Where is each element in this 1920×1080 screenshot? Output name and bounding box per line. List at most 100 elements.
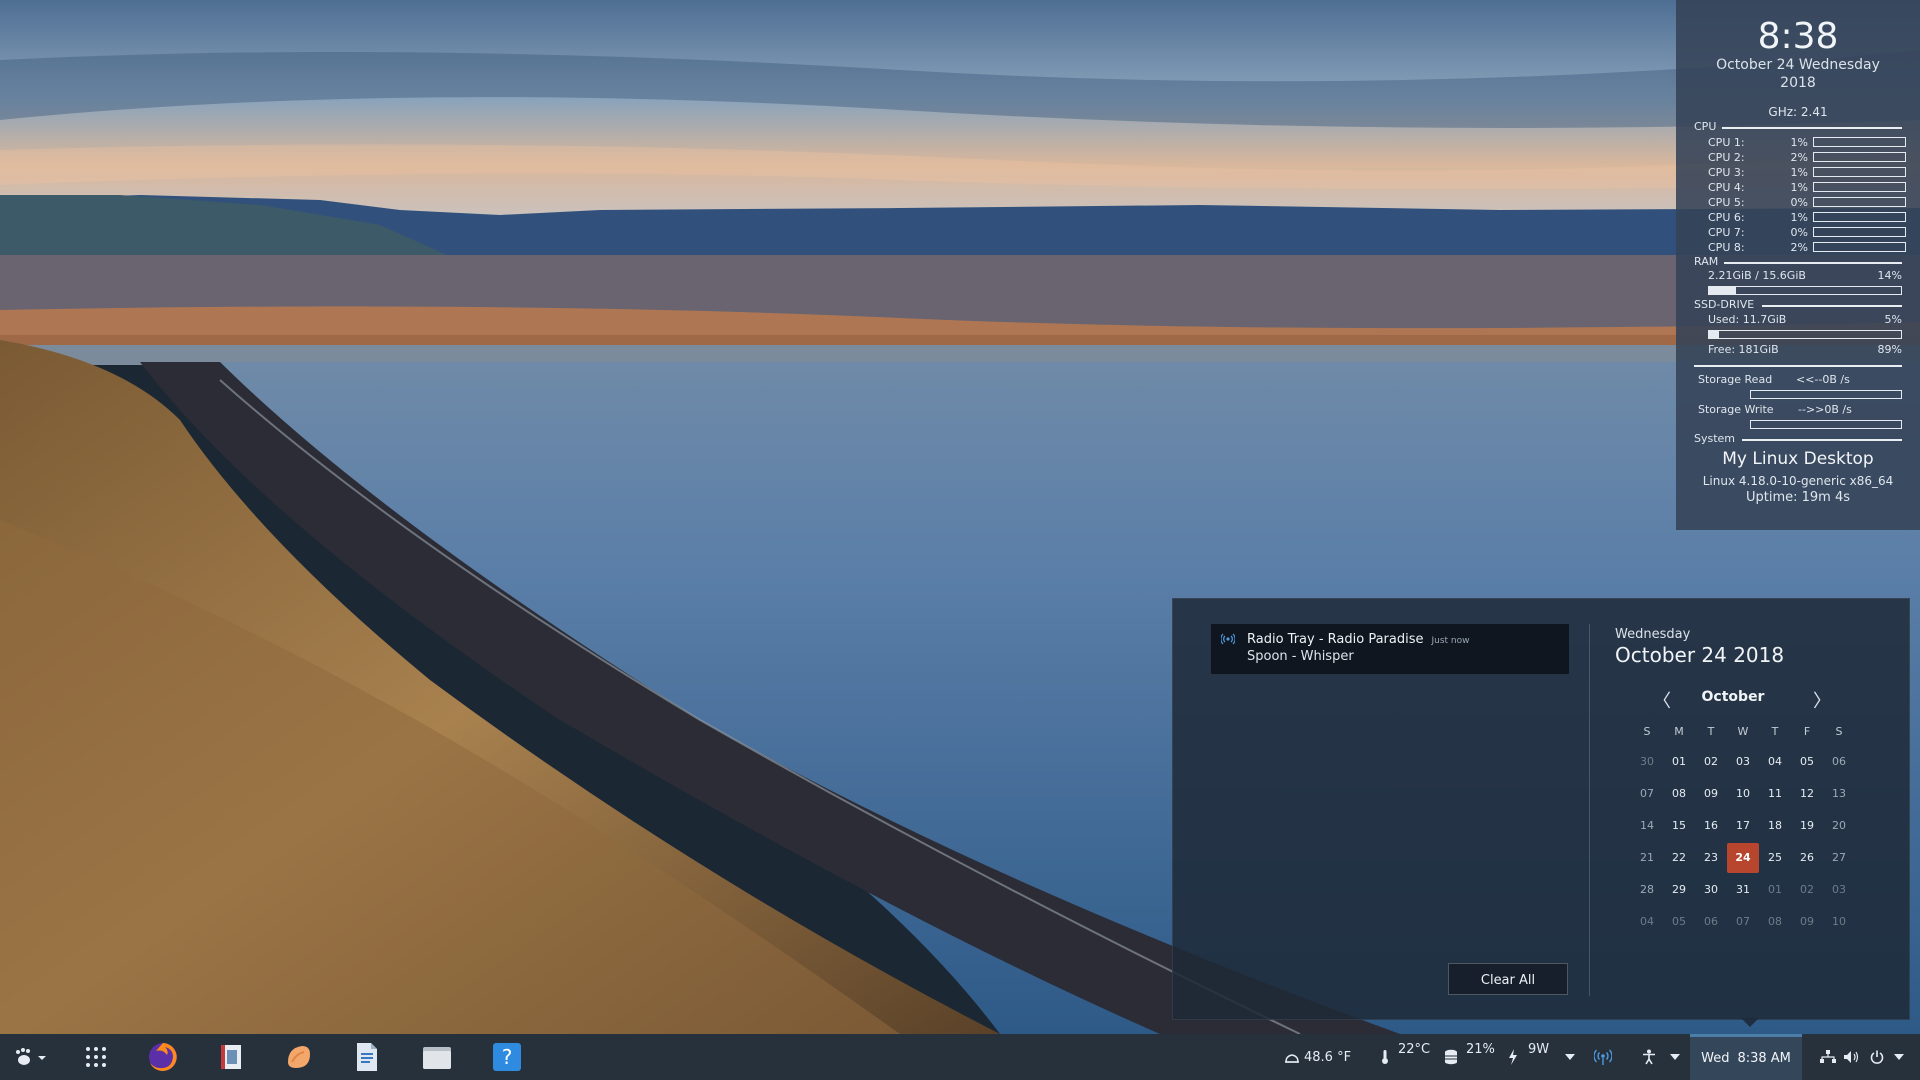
calendar-day-cell[interactable]: 05 bbox=[1791, 747, 1823, 777]
conky-cpu-graph bbox=[1813, 227, 1906, 237]
calendar-day-cell[interactable]: 10 bbox=[1823, 907, 1855, 937]
conky-cpu-pct: 0% bbox=[1790, 226, 1808, 239]
grid-dots-icon bbox=[86, 1047, 106, 1067]
calendar-day-cell[interactable]: 03 bbox=[1727, 747, 1759, 777]
weather-text: 48.6 °F bbox=[1304, 1049, 1352, 1065]
calendar-day-cell[interactable]: 16 bbox=[1695, 811, 1727, 841]
calendar-day-cell[interactable]: 02 bbox=[1791, 875, 1823, 905]
calendar-day-cell[interactable]: 09 bbox=[1791, 907, 1823, 937]
calendar-day-cell[interactable]: 19 bbox=[1791, 811, 1823, 841]
calendar-day-cell[interactable]: 03 bbox=[1823, 875, 1855, 905]
calendar-next-month-button[interactable]: 〉 bbox=[1813, 687, 1831, 713]
calendar-day-cell[interactable]: 17 bbox=[1727, 811, 1759, 841]
chevron-down-icon[interactable] bbox=[1670, 1054, 1680, 1060]
calendar-day-cell[interactable]: 10 bbox=[1727, 779, 1759, 809]
calendar-today-cell[interactable]: 24 bbox=[1727, 843, 1759, 873]
app-grid-icon[interactable] bbox=[76, 1034, 116, 1080]
conky-storage-write-value: -->>0B /s bbox=[1798, 403, 1852, 416]
conky-cpu-pct: 0% bbox=[1790, 196, 1808, 209]
calendar-day-cell[interactable]: 23 bbox=[1695, 843, 1727, 873]
storage-indicator[interactable]: 21% bbox=[1444, 1034, 1495, 1080]
calendar-day-cell[interactable]: 20 bbox=[1823, 811, 1855, 841]
calendar-day-cell[interactable]: 01 bbox=[1759, 875, 1791, 905]
chevron-down-icon[interactable] bbox=[1565, 1054, 1576, 1060]
taskbar-clock-day: Wed bbox=[1701, 1051, 1730, 1066]
conky-cpu-row: CPU 8: 2% bbox=[1708, 241, 1906, 255]
network-indicator[interactable] bbox=[1820, 1034, 1836, 1080]
conky-storage-write-graph bbox=[1750, 420, 1902, 429]
speaker-icon bbox=[1844, 1051, 1859, 1063]
notification-card[interactable]: Radio Tray - Radio Paradise Just now Spoo… bbox=[1211, 624, 1569, 674]
conky-ssd-free: Free: 181GiB bbox=[1708, 343, 1779, 356]
conky-cpu-graph bbox=[1813, 242, 1906, 252]
radio-tray-indicator[interactable] bbox=[1594, 1034, 1612, 1080]
calendar-day-cell[interactable]: 18 bbox=[1759, 811, 1791, 841]
conky-storage-read-label: Storage Read bbox=[1698, 373, 1773, 386]
conky-cpu-pct: 2% bbox=[1790, 241, 1808, 254]
calendar-day-cell[interactable]: 28 bbox=[1631, 875, 1663, 905]
calendar-weekday-header: T bbox=[1707, 725, 1715, 738]
clear-all-button[interactable]: Clear All bbox=[1448, 963, 1568, 995]
conky-cpu-graph bbox=[1813, 197, 1906, 207]
calendar-weekday-header: S bbox=[1835, 725, 1843, 738]
power-indicator[interactable]: 9W bbox=[1508, 1034, 1576, 1080]
calendar-day-cell[interactable]: 06 bbox=[1823, 747, 1855, 777]
accessibility-indicator[interactable] bbox=[1642, 1034, 1680, 1080]
image-viewer-icon[interactable] bbox=[208, 1034, 254, 1080]
calendar-day-cell[interactable]: 07 bbox=[1631, 779, 1663, 809]
calendar-day-cell[interactable]: 14 bbox=[1631, 811, 1663, 841]
calendar-day-cell[interactable]: 09 bbox=[1695, 779, 1727, 809]
calendar-day-cell[interactable]: 21 bbox=[1631, 843, 1663, 873]
firefox-logo-icon bbox=[149, 1043, 177, 1071]
calendar-day-cell[interactable]: 01 bbox=[1663, 747, 1695, 777]
conky-storage-write-label: Storage Write bbox=[1698, 403, 1774, 416]
conky-cpu-pct: 1% bbox=[1790, 211, 1808, 224]
app-menu-icon[interactable] bbox=[8, 1034, 54, 1080]
calendar-day-cell[interactable]: 02 bbox=[1695, 747, 1727, 777]
calendar-day-cell[interactable]: 30 bbox=[1695, 875, 1727, 905]
calendar-day-cell[interactable]: 08 bbox=[1759, 907, 1791, 937]
calendar-day-cell[interactable]: 13 bbox=[1823, 779, 1855, 809]
file-manager-icon[interactable] bbox=[414, 1034, 460, 1080]
calendar-day-cell[interactable]: 05 bbox=[1663, 907, 1695, 937]
calendar-day-cell[interactable]: 29 bbox=[1663, 875, 1695, 905]
calendar-day-cell[interactable]: 12 bbox=[1791, 779, 1823, 809]
conky-cpu-row: CPU 4: 1% bbox=[1708, 181, 1906, 195]
firefox-icon[interactable] bbox=[140, 1034, 186, 1080]
conky-cpu-pct: 1% bbox=[1790, 166, 1808, 179]
notification-title: Radio Tray - Radio Paradise Just now bbox=[1247, 632, 1470, 647]
calendar-day-cell[interactable]: 26 bbox=[1791, 843, 1823, 873]
chevron-down-icon[interactable] bbox=[1894, 1054, 1904, 1060]
conky-cpu-row: CPU 7: 0% bbox=[1708, 226, 1906, 240]
volume-indicator[interactable] bbox=[1844, 1034, 1860, 1080]
accessibility-icon bbox=[1643, 1049, 1655, 1065]
database-icon bbox=[1445, 1049, 1457, 1065]
calendar-day-cell[interactable]: 22 bbox=[1663, 843, 1695, 873]
calendar-day-cell[interactable]: 25 bbox=[1759, 843, 1791, 873]
calendar-day-cell[interactable]: 06 bbox=[1695, 907, 1727, 937]
conky-cpu-graph bbox=[1813, 137, 1906, 147]
conky-hostname: My Linux Desktop bbox=[1722, 449, 1874, 469]
calendar-day-cell[interactable]: 04 bbox=[1631, 907, 1663, 937]
document-icon[interactable] bbox=[344, 1034, 390, 1080]
conky-clock: 8:38 bbox=[1757, 16, 1839, 57]
music-icon[interactable] bbox=[276, 1034, 322, 1080]
conky-ssd-divider bbox=[1762, 305, 1902, 307]
calendar-day-cell[interactable]: 04 bbox=[1759, 747, 1791, 777]
conky-cpu-row: CPU 6: 1% bbox=[1708, 211, 1906, 225]
help-icon[interactable]: ? bbox=[484, 1034, 530, 1080]
calendar-day-cell[interactable]: 11 bbox=[1759, 779, 1791, 809]
calendar-day-cell[interactable]: 08 bbox=[1663, 779, 1695, 809]
calendar-day-cell[interactable]: 31 bbox=[1727, 875, 1759, 905]
thermometer-icon bbox=[1382, 1050, 1388, 1064]
calendar-day-cell[interactable]: 30 bbox=[1631, 747, 1663, 777]
calendar-day-cell[interactable]: 15 bbox=[1663, 811, 1695, 841]
power-text: 9W bbox=[1528, 1041, 1550, 1057]
taskbar-clock-button[interactable]: Wed 8:38 AM bbox=[1690, 1034, 1802, 1080]
gnome-foot-icon bbox=[16, 1048, 46, 1065]
power-menu-indicator[interactable] bbox=[1870, 1034, 1904, 1080]
calendar-day-cell[interactable]: 27 bbox=[1823, 843, 1855, 873]
calendar-day-cell[interactable]: 07 bbox=[1727, 907, 1759, 937]
weather-indicator[interactable]: 48.6 °F bbox=[1284, 1034, 1351, 1080]
temperature-indicator[interactable]: 22°C bbox=[1380, 1034, 1430, 1080]
